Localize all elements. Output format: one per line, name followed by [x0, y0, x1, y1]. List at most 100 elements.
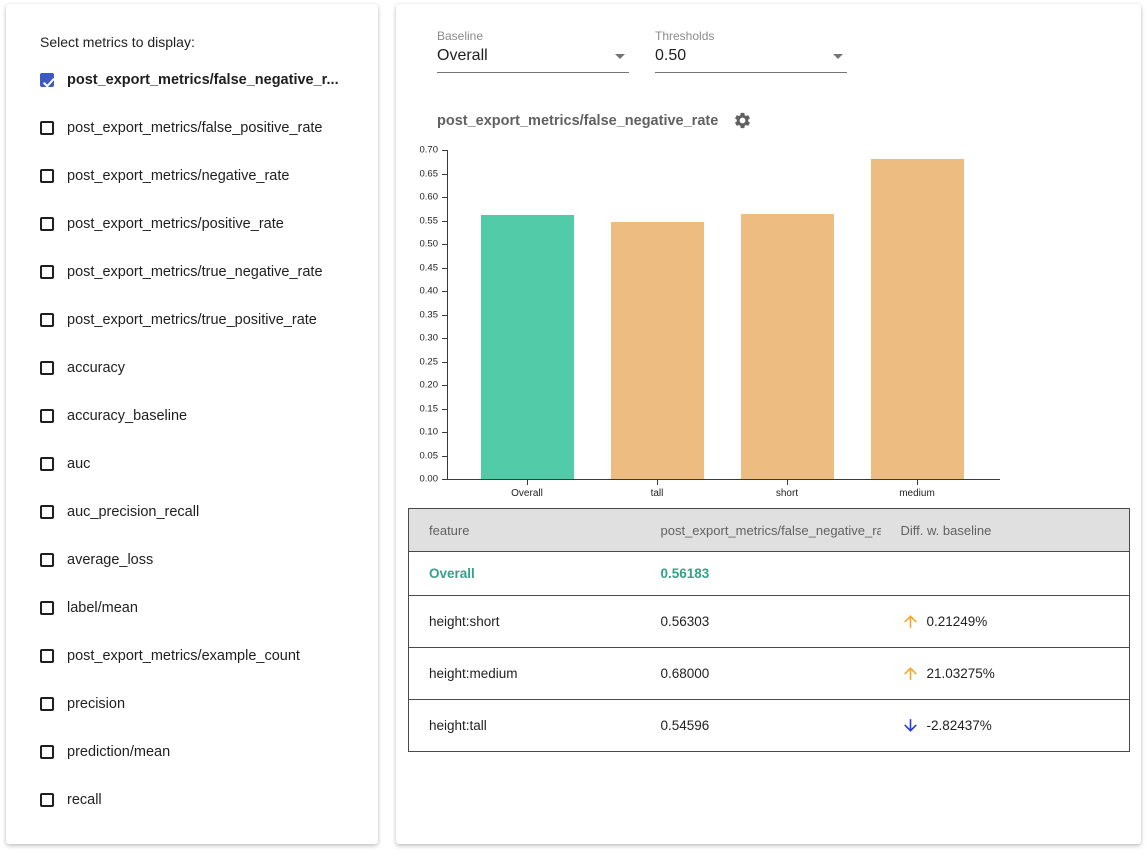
- metric-checkbox-item[interactable]: post_export_metrics/false_positive_rate: [6, 104, 378, 152]
- y-axis-tick-label: 0.15: [396, 403, 438, 414]
- metric-picker-title: Select metrics to display:: [40, 34, 378, 50]
- diff-percent: -2.82437%: [927, 718, 992, 733]
- metric-checkbox-item[interactable]: prediction/mean: [6, 728, 378, 776]
- metric-checkbox-item[interactable]: post_export_metrics/negative_rate: [6, 152, 378, 200]
- chart-bar[interactable]: [871, 159, 964, 479]
- checkbox-unchecked-icon[interactable]: [40, 217, 54, 231]
- y-axis-tick-label: 0.00: [396, 474, 438, 485]
- y-axis-tick-label: 0.55: [396, 215, 438, 226]
- y-axis-tick: [442, 244, 447, 245]
- checkbox-unchecked-icon[interactable]: [40, 505, 54, 519]
- gear-icon[interactable]: [733, 111, 752, 130]
- header-metric: post_export_metrics/false_negative_rat..…: [641, 509, 881, 552]
- table-row: height:short0.563030.21249%: [409, 596, 1130, 648]
- x-axis-tick-label: short: [742, 488, 832, 499]
- y-axis-tick: [442, 315, 447, 316]
- metric-checkbox-item[interactable]: auc: [6, 440, 378, 488]
- baseline-select[interactable]: Baseline Overall: [437, 29, 629, 73]
- y-axis-tick-label: 0.60: [396, 192, 438, 203]
- metric-label: auc_precision_recall: [67, 504, 199, 520]
- metric-checkbox-item[interactable]: post_export_metrics/example_count: [6, 632, 378, 680]
- checkbox-unchecked-icon[interactable]: [40, 553, 54, 567]
- feature-cell: height:tall: [409, 700, 641, 752]
- y-axis-tick-label: 0.70: [396, 145, 438, 156]
- chart-bar[interactable]: [741, 214, 834, 479]
- y-axis-tick-label: 0.50: [396, 239, 438, 250]
- checkbox-unchecked-icon[interactable]: [40, 697, 54, 711]
- checkbox-unchecked-icon[interactable]: [40, 793, 54, 807]
- table-header-row: feature post_export_metrics/false_negati…: [409, 509, 1130, 552]
- metric-checkbox-item[interactable]: accuracy: [6, 344, 378, 392]
- value-cell: 0.56183: [641, 552, 881, 596]
- metric-checkbox-item[interactable]: accuracy_baseline: [6, 392, 378, 440]
- checkbox-unchecked-icon[interactable]: [40, 361, 54, 375]
- y-axis-tick-label: 0.40: [396, 286, 438, 297]
- checkbox-unchecked-icon[interactable]: [40, 649, 54, 663]
- value-cell: 0.56303: [641, 596, 881, 648]
- metric-checkbox-item[interactable]: average_loss: [6, 536, 378, 584]
- arrow-up-icon: [901, 612, 920, 631]
- value-cell: 0.54596: [641, 700, 881, 752]
- chart-bar[interactable]: [481, 215, 574, 479]
- metric-checkbox-item[interactable]: post_export_metrics/false_negative_r...: [6, 56, 378, 104]
- checkbox-unchecked-icon[interactable]: [40, 169, 54, 183]
- chart-bar[interactable]: [611, 222, 704, 479]
- y-axis-line: [447, 150, 448, 479]
- y-axis-tick: [442, 362, 447, 363]
- checkbox-unchecked-icon[interactable]: [40, 457, 54, 471]
- x-axis-tick-label: Overall: [482, 488, 572, 499]
- y-axis-tick-label: 0.65: [396, 168, 438, 179]
- chart-header: post_export_metrics/false_negative_rate: [437, 111, 1141, 130]
- metric-checkbox-item[interactable]: post_export_metrics/true_negative_rate: [6, 248, 378, 296]
- metric-label: auc: [67, 456, 90, 472]
- checkbox-unchecked-icon[interactable]: [40, 265, 54, 279]
- baseline-select-value: Overall: [437, 47, 488, 65]
- diff-cell: [881, 552, 1130, 596]
- checkbox-checked-icon[interactable]: [40, 73, 54, 87]
- metric-label: post_export_metrics/false_negative_r...: [67, 72, 339, 88]
- x-axis-tick-label: tall: [612, 488, 702, 499]
- metric-picker-panel: Select metrics to display: post_export_m…: [6, 4, 378, 844]
- checkbox-unchecked-icon[interactable]: [40, 409, 54, 423]
- arrow-up-icon: [901, 664, 920, 683]
- metric-label: post_export_metrics/example_count: [67, 648, 300, 664]
- controls-row: Baseline Overall Thresholds 0.50: [437, 29, 1141, 73]
- checkbox-unchecked-icon[interactable]: [40, 121, 54, 135]
- metric-checkbox-item[interactable]: label/mean: [6, 584, 378, 632]
- metrics-panel: Baseline Overall Thresholds 0.50 post_ex…: [396, 4, 1141, 844]
- checkbox-unchecked-icon[interactable]: [40, 745, 54, 759]
- metric-checkbox-item[interactable]: post_export_metrics/positive_rate: [6, 200, 378, 248]
- checkbox-unchecked-icon[interactable]: [40, 601, 54, 615]
- y-axis-tick-label: 0.10: [396, 427, 438, 438]
- metric-label: post_export_metrics/true_positive_rate: [67, 312, 317, 328]
- header-feature: feature: [409, 509, 641, 552]
- value-cell: 0.68000: [641, 648, 881, 700]
- metric-label: average_loss: [67, 552, 153, 568]
- y-axis-tick: [442, 221, 447, 222]
- metrics-table-body: Overall0.56183height:short0.563030.21249…: [409, 552, 1130, 752]
- metric-checkbox-item[interactable]: auc_precision_recall: [6, 488, 378, 536]
- y-axis-tick: [442, 409, 447, 410]
- feature-cell: height:medium: [409, 648, 641, 700]
- y-axis-tick: [442, 479, 447, 480]
- feature-cell: Overall: [409, 552, 641, 596]
- table-row: height:tall0.54596 -2.82437%: [409, 700, 1130, 752]
- chevron-down-icon: [615, 54, 625, 59]
- checkbox-unchecked-icon[interactable]: [40, 313, 54, 327]
- metric-label: accuracy: [67, 360, 125, 376]
- metric-checkbox-item[interactable]: precision: [6, 680, 378, 728]
- metric-checkbox-item[interactable]: recall: [6, 776, 378, 824]
- y-axis-tick-label: 0.45: [396, 262, 438, 273]
- metric-label: recall: [67, 792, 102, 808]
- baseline-select-label: Baseline: [437, 29, 629, 43]
- feature-cell: height:short: [409, 596, 641, 648]
- arrow-down-icon: [901, 716, 920, 735]
- y-axis-tick: [442, 174, 447, 175]
- metric-checkbox-item[interactable]: post_export_metrics/true_positive_rate: [6, 296, 378, 344]
- y-axis-tick-label: 0.35: [396, 309, 438, 320]
- thresholds-select[interactable]: Thresholds 0.50: [655, 29, 847, 73]
- metric-label: post_export_metrics/false_positive_rate: [67, 120, 323, 136]
- diff-percent: 21.03275%: [927, 666, 995, 681]
- y-axis-tick: [442, 385, 447, 386]
- y-axis-tick-label: 0.05: [396, 450, 438, 461]
